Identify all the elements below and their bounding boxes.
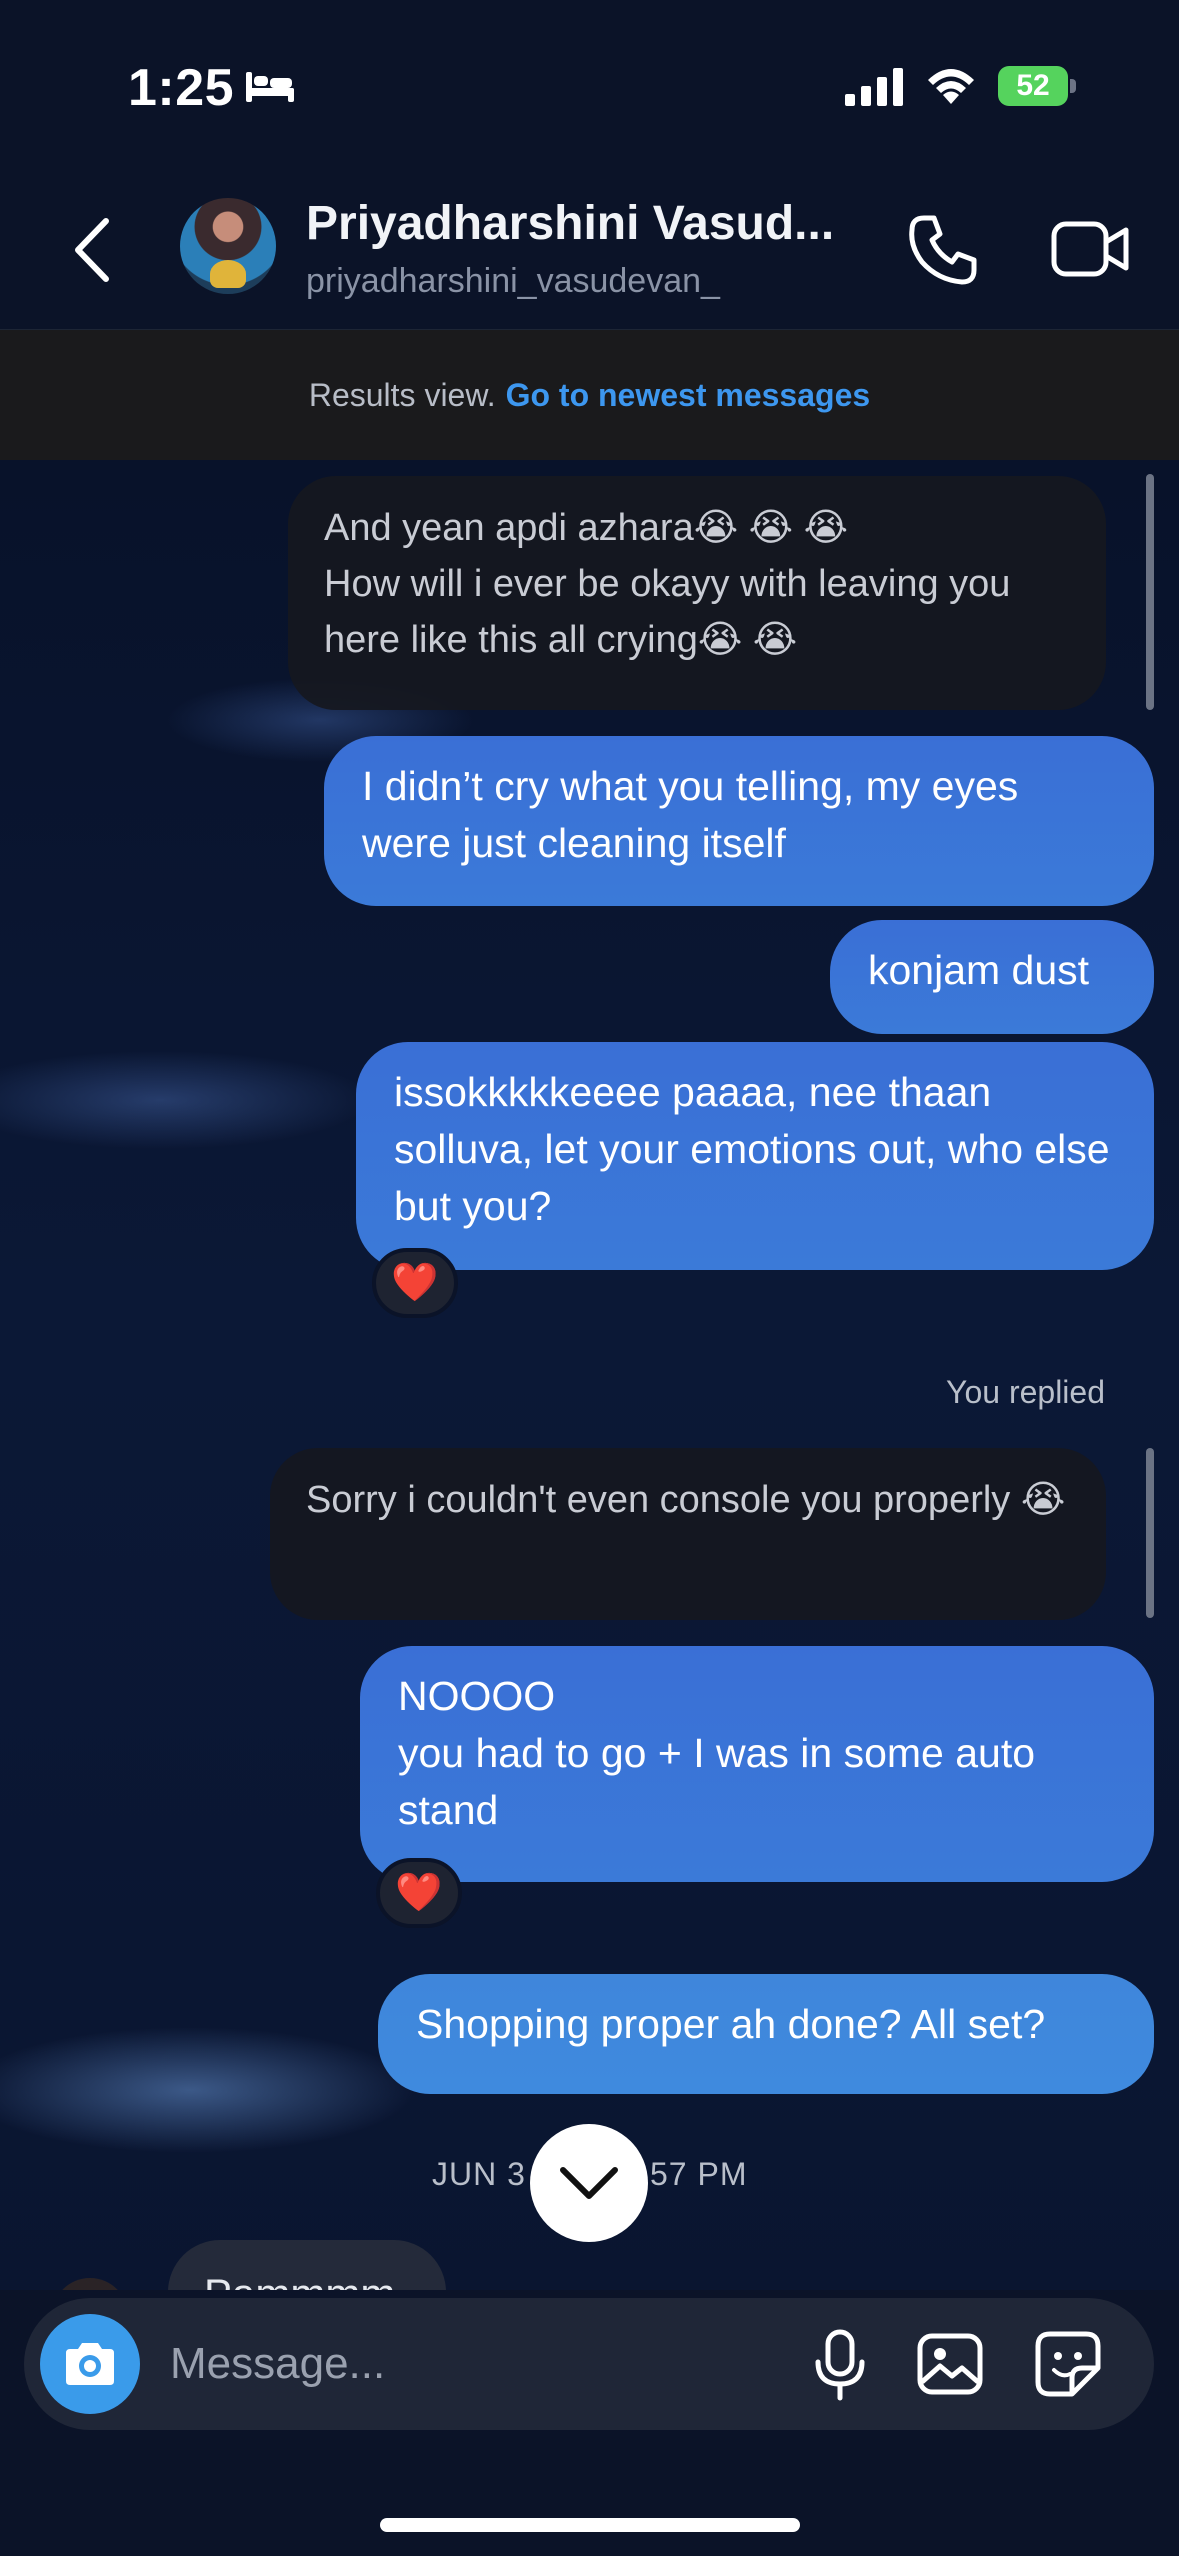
heart-reaction[interactable]: ❤️ [376,1858,462,1928]
contact-name[interactable]: Priyadharshini Vasud... [306,196,834,251]
date-separator: JUN 3 [432,2156,526,2192]
camera-icon [66,2343,114,2385]
scroll-to-bottom-button[interactable] [530,2124,648,2242]
microphone-icon[interactable] [810,2328,870,2402]
cellular-signal-icon [845,68,903,106]
message-outgoing[interactable]: Shopping proper ah done? All set? [378,1974,1154,2094]
heart-emoji: ❤️ [395,1872,443,1914]
battery-indicator: 52 [998,66,1076,106]
heart-emoji: ❤️ [391,1262,439,1304]
battery-percent: 52 [1016,69,1050,102]
back-icon[interactable] [68,215,118,285]
camera-button[interactable] [40,2314,140,2414]
message-composer [24,2298,1154,2430]
status-time: 1:25 [128,59,235,117]
bed-icon [246,72,294,102]
message-outgoing[interactable]: I didn’t cry what you telling, my eyes w… [324,736,1154,906]
battery-level: 52 [998,66,1068,106]
message-input[interactable] [170,2330,770,2398]
home-indicator[interactable] [380,2518,800,2532]
video-call-icon[interactable] [1050,216,1130,282]
you-replied-label: You replied [946,1374,1105,1410]
chevron-down-icon [560,2167,618,2199]
go-to-newest-link[interactable]: Go to newest messages [506,377,871,414]
phone-call-icon[interactable] [906,212,982,288]
contact-avatar[interactable] [180,198,276,294]
battery-tip [1070,79,1076,93]
chat-header: Priyadharshini Vasud... priyadharshini_v… [0,170,1179,330]
scroll-indicator [1146,474,1154,710]
message-outgoing[interactable]: NOOOO you had to go + I was in some auto… [360,1646,1154,1882]
gallery-icon[interactable] [916,2332,984,2396]
wifi-icon [928,69,974,104]
status-bar: 1:25 52 [0,0,1179,170]
sticker-icon[interactable] [1034,2330,1102,2398]
results-view-label: Results view. [308,376,496,413]
date-separator-time: 57 PM [650,2156,748,2192]
contact-username[interactable]: priyadharshini_vasudevan_ [306,262,720,301]
message-outgoing[interactable]: konjam dust [830,920,1154,1034]
results-view-banner: Results view. Go to newest messages [0,330,1179,460]
message-incoming[interactable]: Sorry i couldn't even console you proper… [270,1448,1106,1620]
scroll-indicator [1146,1448,1154,1618]
message-incoming[interactable]: And yean apdi azhara😭 😭 😭 How will i eve… [288,476,1106,710]
message-outgoing[interactable]: issokkkkkeeee paaaa, nee thaan solluva, … [356,1042,1154,1270]
heart-reaction[interactable]: ❤️ [372,1248,458,1318]
